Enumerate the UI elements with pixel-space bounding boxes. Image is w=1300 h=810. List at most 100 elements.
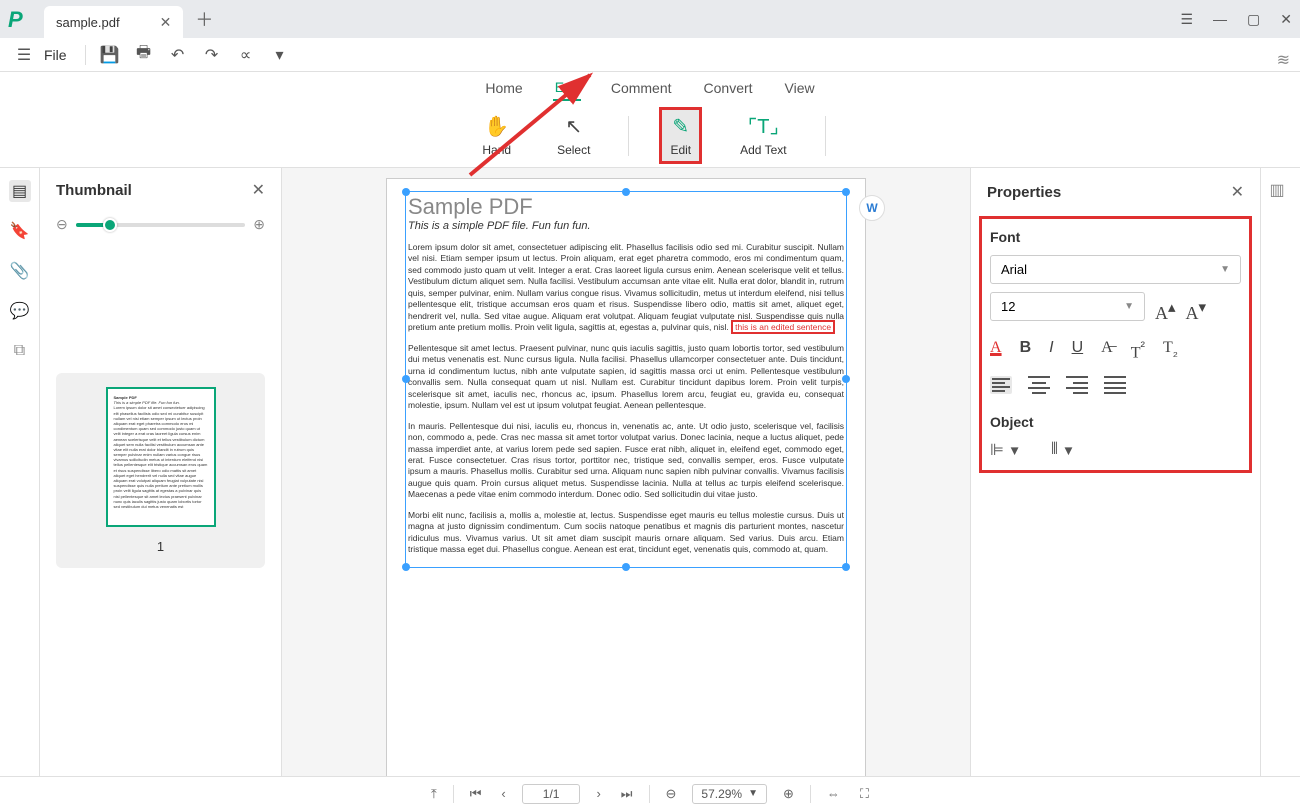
align-object-icon[interactable]: ⊫ ▼	[990, 440, 1021, 460]
thumbnail-page-number: 1	[70, 539, 251, 554]
fit-width-icon[interactable]: ⇔	[823, 786, 844, 801]
distribute-object-icon[interactable]: ⫴ ▼	[1051, 440, 1075, 460]
bold-icon[interactable]: B	[1020, 339, 1032, 362]
hand-icon: ✋	[484, 114, 509, 139]
close-thumbnail-icon[interactable]: ✕	[252, 180, 265, 200]
file-menu[interactable]: File	[44, 47, 67, 63]
more-icon[interactable]: ▾	[266, 41, 294, 69]
properties-title: Properties	[987, 184, 1061, 201]
menu-comment[interactable]: Comment	[609, 76, 674, 100]
first-page-icon[interactable]: ⏮	[466, 786, 486, 802]
close-properties-icon[interactable]: ✕	[1231, 182, 1244, 202]
layers-icon[interactable]: ⧉	[9, 340, 31, 362]
resize-handle[interactable]	[842, 188, 850, 196]
prev-page-icon[interactable]: ‹	[497, 786, 509, 801]
font-size-dropdown[interactable]: 12 ▼	[990, 292, 1145, 321]
document-canvas[interactable]: W Sample PDF This is a simple PDF file. …	[282, 168, 970, 776]
next-page-icon[interactable]: ›	[592, 786, 604, 801]
main-area: ▤ 🔖 📎 💬 ⧉ Thumbnail ✕ ⊖ ⊕ Sample PDFThis…	[0, 168, 1300, 776]
zoom-out-icon[interactable]: ⊖	[662, 786, 681, 802]
close-tab-icon[interactable]: ✕	[160, 14, 172, 31]
last-page-icon[interactable]: ⏭	[617, 786, 637, 802]
resize-handle[interactable]	[402, 563, 410, 571]
title-bar: P sample.pdf ✕ ＋ ☰ ― ▢ ✕	[0, 0, 1300, 38]
add-tab-button[interactable]: ＋	[195, 6, 213, 32]
word-badge-icon[interactable]: W	[859, 195, 885, 221]
window-controls: ☰ ― ▢ ✕	[1180, 11, 1292, 28]
menu-convert[interactable]: Convert	[702, 76, 755, 100]
increase-font-icon[interactable]: A▴	[1155, 298, 1176, 324]
resize-handle[interactable]	[402, 188, 410, 196]
zoom-in-icon[interactable]: ⊕	[779, 786, 798, 802]
status-bar: ⤒ ⏮ ‹ 1/1 › ⏭ ⊖ 57.29% ▼ ⊕ ⇔ ⛶	[0, 776, 1300, 810]
zoom-in-thumb-icon[interactable]: ⊕	[253, 216, 265, 233]
resize-handle[interactable]	[622, 563, 630, 571]
collapse-ribbon-icon[interactable]: ≋	[1277, 50, 1290, 70]
subscript-icon[interactable]: T₂	[1163, 339, 1178, 362]
decrease-font-icon[interactable]: A▾	[1186, 298, 1207, 324]
add-text-tool[interactable]: ⌜T⌟ Add Text	[732, 110, 794, 161]
scroll-top-icon[interactable]: ⤒	[427, 786, 441, 802]
properties-highlighted-box: Font Arial ▼ 12 ▼ A▴ A▾ A B I U A̶ T² T	[979, 216, 1252, 473]
italic-icon[interactable]: I	[1049, 339, 1053, 362]
undo-icon[interactable]: ↶	[164, 41, 192, 69]
redo-icon[interactable]: ↷	[198, 41, 226, 69]
font-family-dropdown[interactable]: Arial ▼	[990, 255, 1241, 284]
menu-bar: Home Edit Comment Convert View	[0, 72, 1300, 104]
panel-toggle-icon[interactable]: ▥	[1270, 180, 1292, 202]
superscript-icon[interactable]: T²	[1131, 339, 1145, 362]
font-color-icon[interactable]: A	[990, 339, 1002, 362]
doc-title[interactable]: Sample PDF	[408, 194, 844, 220]
close-window-icon[interactable]: ✕	[1280, 11, 1292, 28]
ribbon: ✋ Hand ↖ Select ✎ Edit ⌜T⌟ Add Text	[0, 104, 1300, 168]
properties-panel: Properties ✕ Font Arial ▼ 12 ▼ A▴ A▾ A B…	[970, 168, 1260, 776]
thumbnail-zoom: ⊖ ⊕	[56, 216, 265, 233]
hand-tool[interactable]: ✋ Hand	[474, 110, 519, 161]
add-text-icon: ⌜T⌟	[748, 114, 779, 139]
thumbnail-icon[interactable]: ▤	[9, 180, 31, 202]
quick-toolbar: ☰ File 💾 🖶 ↶ ↷ ∝ ▾ ≋	[0, 38, 1300, 72]
page-input[interactable]: 1/1	[522, 784, 581, 804]
align-right-icon[interactable]	[1066, 376, 1088, 394]
share-icon[interactable]: ∝	[232, 41, 260, 69]
text-frame[interactable]: Sample PDF This is a simple PDF file. Fu…	[405, 191, 847, 568]
attachment-icon[interactable]: 📎	[9, 260, 31, 282]
hamburger-icon[interactable]: ☰	[1180, 11, 1193, 28]
minimize-icon[interactable]: ―	[1213, 11, 1227, 28]
align-left-icon[interactable]	[990, 376, 1012, 394]
doc-subtitle[interactable]: This is a simple PDF file. Fun fun fun.	[408, 220, 844, 232]
menu-icon[interactable]: ☰	[10, 41, 38, 69]
doc-body[interactable]: Lorem ipsum dolor sit amet, consectetuer…	[408, 242, 844, 556]
align-justify-icon[interactable]	[1104, 376, 1126, 394]
left-sidebar: ▤ 🔖 📎 💬 ⧉	[0, 168, 40, 776]
tab-title: sample.pdf	[56, 15, 120, 30]
strike-icon[interactable]: A̶	[1101, 339, 1113, 362]
underline-icon[interactable]: U	[1072, 339, 1084, 362]
page-thumbnail[interactable]: Sample PDFThis is a simple PDF file. Fun…	[106, 387, 216, 527]
maximize-icon[interactable]: ▢	[1247, 11, 1260, 28]
thumbnail-zoom-slider[interactable]	[76, 223, 246, 227]
resize-handle[interactable]	[842, 375, 850, 383]
app-logo: P	[8, 7, 32, 31]
fit-page-icon[interactable]: ⛶	[856, 786, 873, 802]
cursor-icon: ↖	[565, 114, 582, 139]
document-tab[interactable]: sample.pdf ✕	[44, 6, 183, 38]
zoom-level-dropdown[interactable]: 57.29% ▼	[692, 784, 767, 804]
print-icon[interactable]: 🖶	[130, 41, 158, 69]
menu-view[interactable]: View	[783, 76, 817, 100]
pdf-page[interactable]: W Sample PDF This is a simple PDF file. …	[386, 178, 866, 776]
bookmark-icon[interactable]: 🔖	[9, 220, 31, 242]
right-rail: ▥	[1260, 168, 1300, 776]
menu-home[interactable]: Home	[483, 76, 524, 100]
resize-handle[interactable]	[842, 563, 850, 571]
comment-icon[interactable]: 💬	[9, 300, 31, 322]
align-center-icon[interactable]	[1028, 376, 1050, 394]
menu-edit[interactable]: Edit	[553, 75, 581, 101]
object-section-label: Object	[990, 414, 1241, 430]
zoom-out-thumb-icon[interactable]: ⊖	[56, 216, 68, 233]
edit-tool[interactable]: ✎ Edit	[659, 107, 702, 164]
select-tool[interactable]: ↖ Select	[549, 110, 598, 161]
save-icon[interactable]: 💾	[96, 41, 124, 69]
edited-text[interactable]: this is an edited sentence	[731, 320, 835, 334]
resize-handle[interactable]	[622, 188, 630, 196]
